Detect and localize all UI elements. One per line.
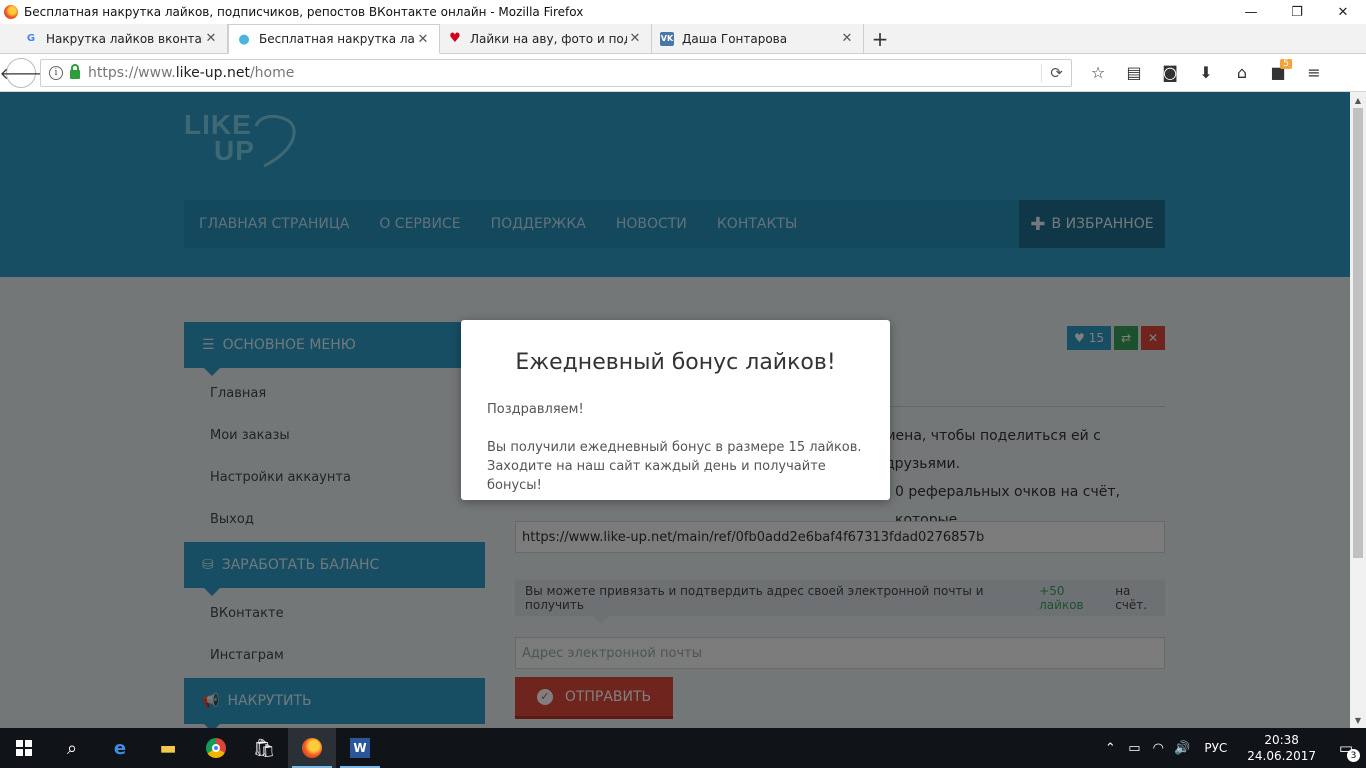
modal-title: Ежедневный бонус лайков! — [515, 350, 836, 375]
edge-icon[interactable]: e — [96, 728, 144, 768]
tab-likes-avatar[interactable]: ♥ Лайки на аву, фото и подпи ✕ — [440, 24, 652, 53]
search-icon[interactable]: ⌕ — [48, 728, 96, 768]
scrollbar-thumb[interactable] — [1353, 108, 1363, 558]
system-tray: ⌃ ▭ ◠ 🔊 РУС 20:38 24.06.2017 ▭ 3 — [1098, 728, 1366, 768]
file-explorer-icon[interactable]: ▬ — [144, 728, 192, 768]
start-button[interactable] — [0, 728, 48, 768]
notification-center-icon[interactable]: ▭ 3 — [1326, 728, 1366, 768]
pocket-icon[interactable]: ◙ — [1152, 59, 1188, 87]
volume-icon[interactable]: 🔊 — [1170, 741, 1194, 756]
google-icon: G — [26, 33, 36, 44]
firefox-taskbar-icon[interactable] — [288, 728, 336, 768]
tab-google-search[interactable]: G Накрутка лайков вконтакте ✕ — [16, 24, 228, 53]
restore-button[interactable]: ❐ — [1274, 0, 1320, 24]
battery-icon[interactable]: ▭ — [1122, 741, 1146, 756]
close-tab-icon[interactable]: ✕ — [203, 31, 219, 46]
back-button[interactable]: 🡐 — [0, 57, 42, 88]
daily-bonus-modal: Ежедневный бонус лайков! Поздравляем! Вы… — [461, 320, 890, 500]
clock[interactable]: 20:38 24.06.2017 — [1247, 732, 1316, 764]
minimize-button[interactable]: — — [1228, 0, 1274, 24]
url-bar[interactable]: i https://www.like-up.net/home ⟳ — [40, 58, 1072, 87]
page-scrollbar[interactable]: ▲ ▼ — [1350, 92, 1366, 728]
web-page: LIKEUP ГЛАВНАЯ СТРАНИЦА О СЕРВИСЕ ПОДДЕР… — [0, 92, 1350, 728]
navigation-toolbar: 🡐 i https://www.like-up.net/home ⟳ ☆ ▤ ◙… — [0, 54, 1366, 92]
reading-list-icon[interactable]: ▤ — [1116, 59, 1152, 87]
word-icon[interactable]: W — [336, 728, 384, 768]
chevron-up-icon[interactable]: ⌃ — [1098, 741, 1122, 756]
modal-body: Поздравляем! Вы получили ежедневный бону… — [487, 402, 862, 493]
lock-icon[interactable] — [70, 63, 80, 79]
language-indicator[interactable]: РУС — [1204, 741, 1227, 755]
vk-icon: VK — [660, 31, 674, 46]
bookmark-star-icon[interactable]: ☆ — [1080, 59, 1116, 87]
close-tab-icon[interactable]: ✕ — [415, 32, 431, 47]
reload-icon[interactable]: ⟳ — [1041, 63, 1071, 82]
window-titlebar: Бесплатная накрутка лайков, подписчиков,… — [0, 0, 1366, 24]
window-title: Бесплатная накрутка лайков, подписчиков,… — [24, 5, 584, 19]
windows-taskbar: ⌕ e ▬ 🛍 W ⌃ ▭ ◠ 🔊 РУС 20:38 24.06.2017 ▭… — [0, 728, 1366, 768]
store-icon[interactable]: 🛍 — [240, 728, 288, 768]
close-tab-icon[interactable]: ✕ — [627, 31, 643, 46]
download-icon[interactable]: ⬇ — [1188, 59, 1224, 87]
close-window-button[interactable]: ✕ — [1320, 0, 1366, 24]
close-tab-icon[interactable]: ✕ — [839, 31, 855, 46]
notification-count: 3 — [1347, 749, 1360, 762]
url-text[interactable]: https://www.like-up.net/home — [88, 65, 1041, 81]
likeup-heart-icon: ● — [238, 31, 250, 47]
tab-strip: G Накрутка лайков вконтакте ✕ ● Бесплатн… — [0, 24, 1366, 54]
wifi-icon[interactable]: ◠ — [1146, 741, 1170, 756]
windows-logo-icon — [16, 740, 32, 756]
new-tab-button[interactable]: + — [864, 24, 896, 53]
extension-badge: 5 — [1280, 58, 1292, 69]
red-heart-icon: ♥ — [449, 31, 461, 46]
extension-icon[interactable]: ■ 5 — [1260, 58, 1296, 87]
tab-vk-profile[interactable]: VK Даша Гонтарова ✕ — [652, 24, 864, 53]
scroll-up-icon[interactable]: ▲ — [1350, 92, 1366, 108]
scroll-down-icon[interactable]: ▼ — [1350, 712, 1366, 728]
firefox-icon — [4, 5, 18, 19]
tab-like-up[interactable]: ● Бесплатная накрутка лайко ✕ — [228, 24, 440, 54]
chrome-icon[interactable] — [192, 728, 240, 768]
info-icon[interactable]: i — [49, 65, 63, 80]
menu-icon[interactable]: ≡ — [1296, 59, 1332, 87]
home-icon[interactable]: ⌂ — [1224, 59, 1260, 87]
